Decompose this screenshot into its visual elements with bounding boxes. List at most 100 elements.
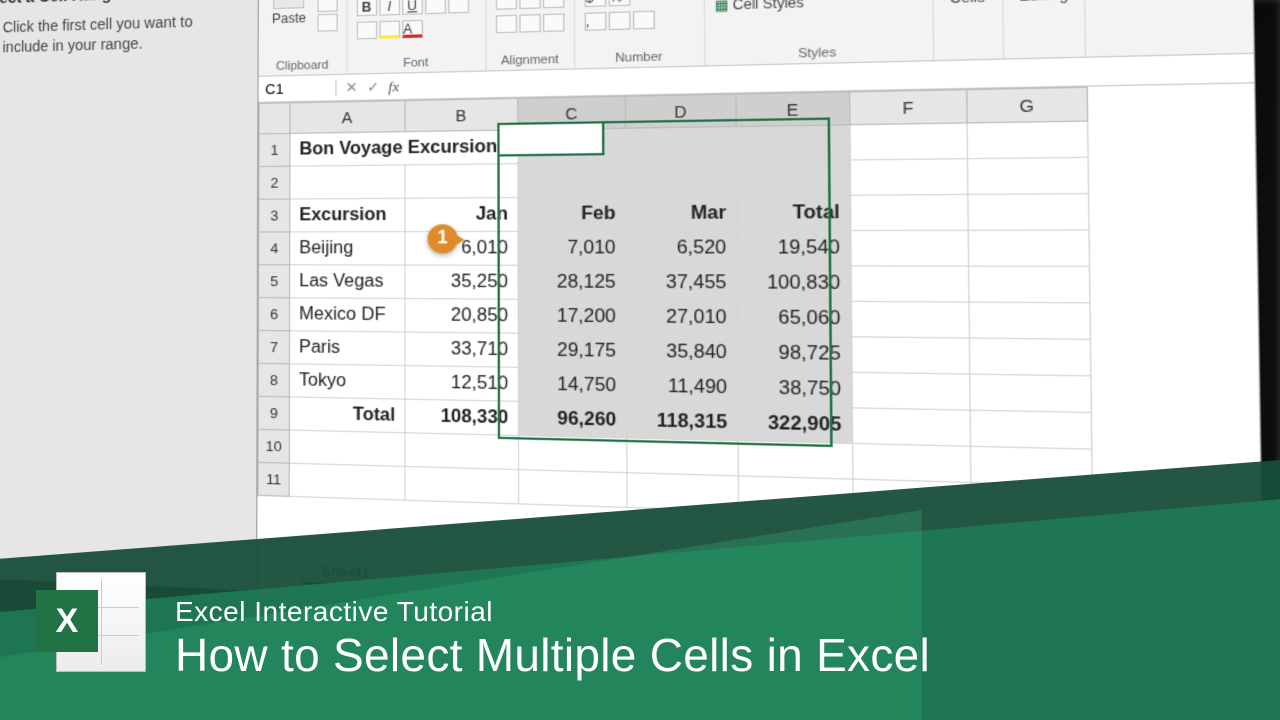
row-header[interactable]: 4 [259, 232, 290, 265]
cancel-formula-icon[interactable]: ✕ [345, 78, 357, 96]
cell[interactable]: 322,905 [738, 406, 853, 444]
cell[interactable] [851, 194, 969, 230]
cell[interactable]: 38,750 [738, 371, 853, 408]
cell[interactable] [968, 194, 1089, 231]
cell[interactable] [969, 302, 1090, 339]
formula-input[interactable] [408, 68, 1254, 86]
fx-icon[interactable]: fx [388, 77, 399, 95]
col-header-c[interactable]: C [518, 96, 626, 130]
cell[interactable]: 19,540 [737, 231, 851, 266]
row-header[interactable]: 5 [259, 265, 290, 298]
cell[interactable]: 118,315 [627, 403, 738, 440]
col-header-b[interactable]: B [405, 98, 518, 131]
cell[interactable]: Mar [626, 196, 737, 231]
col-header-e[interactable]: E [736, 92, 850, 127]
cell[interactable]: Tokyo [289, 364, 405, 399]
cell[interactable]: 35,840 [626, 334, 737, 370]
copy-icon[interactable] [317, 0, 337, 12]
cell[interactable]: 28,125 [518, 265, 626, 300]
decrease-indent-icon[interactable] [496, 15, 517, 34]
decrease-font-icon[interactable] [448, 0, 469, 14]
fill-color-icon[interactable] [379, 21, 400, 39]
row-header[interactable]: 10 [258, 429, 289, 463]
row-header[interactable]: 9 [258, 396, 289, 430]
name-box[interactable]: C1 [259, 79, 337, 97]
select-all-corner[interactable] [259, 103, 290, 134]
paste-button[interactable]: Paste [268, 0, 311, 29]
row-header[interactable]: 8 [258, 363, 289, 397]
currency-icon[interactable]: $ [584, 0, 606, 7]
cell[interactable] [970, 446, 1092, 486]
cell[interactable]: Paris [289, 331, 404, 366]
cell[interactable] [627, 438, 739, 476]
cell[interactable] [518, 435, 626, 472]
cell[interactable] [968, 230, 1089, 266]
cell[interactable] [289, 463, 405, 500]
cell[interactable] [289, 430, 405, 466]
spreadsheet-grid[interactable]: A B C D E F G 1 Bon Voyage Excursions 2 … [257, 83, 1263, 635]
cell[interactable] [625, 127, 736, 163]
cell[interactable] [853, 479, 971, 519]
cell[interactable]: 7,010 [518, 231, 626, 265]
cell[interactable]: Las Vegas [290, 265, 405, 299]
cell[interactable] [851, 266, 969, 302]
cell[interactable]: Total [737, 195, 851, 231]
cell[interactable] [518, 162, 626, 197]
cell[interactable]: Total [289, 397, 405, 433]
italic-button[interactable]: I [379, 0, 399, 16]
increase-indent-icon[interactable] [519, 14, 540, 33]
cell[interactable] [627, 473, 739, 511]
cell[interactable]: 14,750 [518, 367, 626, 403]
cell[interactable]: 20,850 [405, 299, 518, 334]
cell[interactable] [853, 443, 971, 482]
cell-styles-button[interactable]: Cell Styles [715, 0, 886, 13]
underline-button[interactable]: U [402, 0, 423, 15]
cell[interactable] [967, 157, 1088, 194]
cell[interactable]: 65,060 [737, 301, 852, 337]
editing-button[interactable]: Editing [1013, 0, 1074, 7]
cell[interactable]: Mexico DF [290, 298, 405, 332]
row-header[interactable]: 7 [258, 330, 289, 363]
cell[interactable] [967, 121, 1088, 159]
cell[interactable]: 108,330 [405, 399, 519, 435]
cell[interactable] [969, 338, 1091, 376]
row-header[interactable]: 3 [259, 199, 290, 232]
cell[interactable] [969, 266, 1090, 303]
cell[interactable]: 29,175 [518, 333, 626, 369]
enter-formula-icon[interactable]: ✓ [367, 78, 379, 96]
cell[interactable]: 6,520 [626, 231, 737, 266]
cell[interactable] [970, 410, 1092, 449]
cell[interactable] [405, 164, 518, 199]
cell[interactable] [290, 165, 405, 199]
comma-icon[interactable]: , [584, 12, 606, 31]
cell[interactable] [851, 230, 969, 266]
cell[interactable] [738, 441, 853, 479]
cell[interactable]: 100,830 [737, 266, 851, 302]
row-header[interactable]: 6 [258, 298, 289, 331]
cells-button[interactable]: Cells [943, 0, 991, 9]
cell[interactable] [852, 372, 970, 410]
cell[interactable]: 12,510 [405, 366, 519, 402]
increase-font-icon[interactable] [425, 0, 446, 14]
cell[interactable] [851, 301, 969, 338]
cell[interactable] [626, 161, 737, 197]
percent-icon[interactable]: % [608, 0, 630, 6]
cell[interactable]: 17,200 [518, 299, 626, 334]
cell[interactable]: Bon Voyage Excursions [290, 130, 518, 166]
cell[interactable] [736, 125, 850, 161]
format-painter-icon[interactable] [317, 14, 337, 32]
align-left-icon[interactable] [496, 0, 517, 10]
cell[interactable] [971, 482, 1093, 522]
increase-decimal-icon[interactable] [608, 11, 630, 30]
align-right-icon[interactable] [543, 0, 564, 8]
worksheet-tab[interactable]: Sheet1 [302, 557, 389, 589]
cell[interactable] [850, 123, 967, 160]
cell[interactable]: 27,010 [626, 300, 737, 336]
font-color-icon[interactable]: A [402, 20, 423, 38]
wrap-text-icon[interactable] [543, 13, 564, 32]
cell[interactable] [736, 160, 850, 196]
cell[interactable] [518, 128, 626, 163]
decrease-decimal-icon[interactable] [633, 11, 655, 30]
cell[interactable]: 33,710 [405, 332, 518, 367]
row-header[interactable]: 2 [259, 166, 290, 199]
